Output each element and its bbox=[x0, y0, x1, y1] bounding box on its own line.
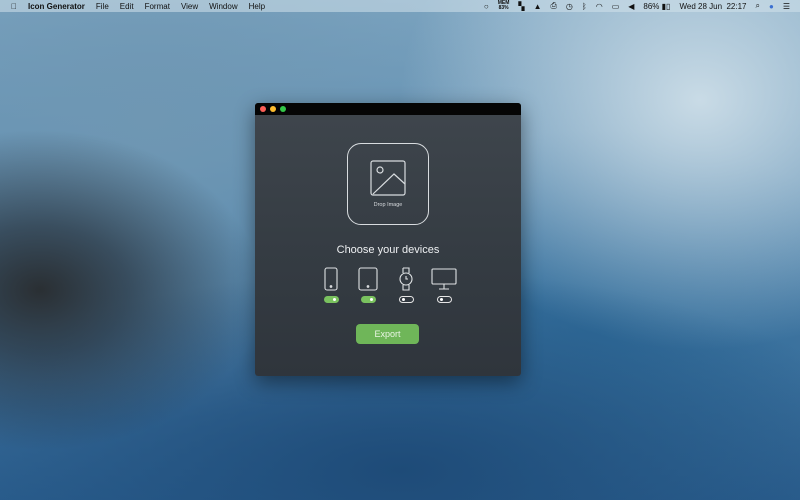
mac-toggle[interactable] bbox=[436, 296, 452, 303]
device-watch bbox=[391, 267, 421, 303]
time-machine-icon[interactable]: ◷ bbox=[566, 2, 573, 11]
menu-view[interactable]: View bbox=[181, 2, 198, 11]
notification-center-icon[interactable]: ☰ bbox=[783, 2, 790, 11]
date: Wed 28 Jun bbox=[679, 1, 723, 11]
circle-icon[interactable]: ○ bbox=[484, 2, 489, 11]
battery-percent: 86% bbox=[643, 1, 660, 11]
title-bar[interactable] bbox=[255, 103, 521, 115]
clock[interactable]: Wed 28 Jun 22:17 bbox=[679, 2, 746, 11]
watch-toggle[interactable] bbox=[398, 296, 414, 303]
battery-status[interactable]: 86% ▮▯ bbox=[643, 2, 670, 11]
close-button[interactable] bbox=[260, 106, 266, 112]
choose-devices-heading: Choose your devices bbox=[336, 244, 440, 256]
device-iphone bbox=[316, 267, 346, 303]
minimize-button[interactable] bbox=[270, 106, 276, 112]
drop-image-zone[interactable]: Drop Image bbox=[347, 143, 429, 225]
iphone-icon bbox=[324, 267, 338, 291]
bluetooth-icon[interactable]: ᛒ bbox=[582, 2, 587, 11]
menu-help[interactable]: Help bbox=[249, 2, 265, 11]
time: 22:17 bbox=[726, 1, 747, 11]
printer-icon[interactable]: ⎙ bbox=[551, 1, 557, 11]
monitor-icon bbox=[431, 268, 457, 290]
menu-format[interactable]: Format bbox=[145, 2, 170, 11]
wifi-icon[interactable]: ◠ bbox=[596, 2, 603, 11]
menu-edit[interactable]: Edit bbox=[120, 2, 134, 11]
menu-bar:  Icon Generator File Edit Format View W… bbox=[0, 0, 800, 12]
drop-image-label: Drop Image bbox=[373, 202, 403, 208]
siri-icon[interactable]: ● bbox=[769, 2, 774, 11]
iphone-toggle[interactable] bbox=[323, 296, 339, 303]
airplay-icon[interactable]: ▭ bbox=[612, 2, 620, 11]
image-icon bbox=[370, 160, 406, 196]
drive-icon[interactable]: ▲ bbox=[534, 2, 542, 11]
ipad-toggle[interactable] bbox=[360, 296, 376, 303]
volume-icon[interactable]: ◀ bbox=[628, 2, 634, 11]
zoom-button[interactable] bbox=[280, 106, 286, 112]
watch-icon bbox=[399, 267, 413, 291]
grid-icon[interactable]: ▚ bbox=[518, 2, 524, 11]
apple-icon[interactable]:  bbox=[11, 2, 17, 11]
menu-window[interactable]: Window bbox=[209, 2, 237, 11]
menu-app-name[interactable]: Icon Generator bbox=[28, 2, 85, 11]
app-window: Drop Image Choose your devices Export bbox=[255, 103, 521, 376]
mem-value: 83% bbox=[498, 5, 509, 11]
device-ipad bbox=[353, 267, 383, 303]
ipad-icon bbox=[358, 267, 378, 291]
search-icon[interactable]: ⌕ bbox=[756, 1, 760, 11]
memory-status[interactable]: MEM 83% bbox=[498, 1, 510, 11]
battery-icon: ▮▯ bbox=[661, 1, 671, 11]
device-mac bbox=[429, 267, 459, 303]
export-button[interactable]: Export bbox=[356, 324, 419, 344]
menu-file[interactable]: File bbox=[96, 2, 109, 11]
